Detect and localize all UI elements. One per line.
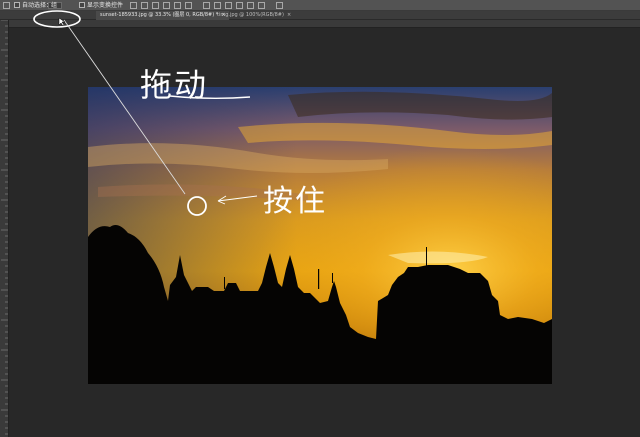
- ruler-ticks-horizontal: [9, 27, 640, 28]
- align-left-icon[interactable]: [163, 2, 170, 9]
- distribute-right-icon[interactable]: [258, 2, 265, 9]
- tab-sunset[interactable]: sunset-185933.jpg @ 33.3% (图层 0, RGB/8#)…: [96, 11, 230, 20]
- ruler-horizontal[interactable]: [9, 20, 640, 28]
- distribute-bottom-icon[interactable]: [225, 2, 232, 9]
- move-tool-icon[interactable]: [3, 2, 10, 9]
- close-icon[interactable]: ×: [287, 12, 291, 18]
- tab-label: timg.jpg @ 100%(RGB/8#): [217, 12, 284, 18]
- show-transform-label: 显示变换控件: [87, 2, 124, 9]
- tab-timg[interactable]: timg.jpg @ 100%(RGB/8#) ×: [213, 11, 295, 20]
- distribute-left-icon[interactable]: [236, 2, 243, 9]
- align-top-icon[interactable]: [130, 2, 137, 9]
- show-transform-checkbox[interactable]: [79, 2, 85, 8]
- ruler-ticks-vertical: [1, 20, 8, 435]
- auto-select-dropdown[interactable]: 组: [48, 2, 62, 9]
- distribute-top-icon[interactable]: [203, 2, 210, 9]
- tab-label: sunset-185933.jpg @ 33.3% (图层 0, RGB/8#)…: [100, 12, 219, 18]
- document-tab-bar: sunset-185933.jpg @ 33.3% (图层 0, RGB/8#)…: [0, 11, 640, 20]
- align-right-icon[interactable]: [185, 2, 192, 9]
- auto-select-checkbox[interactable]: [14, 2, 20, 8]
- distribute-hcenter-icon[interactable]: [247, 2, 254, 9]
- options-bar: 自动选择： 组 显示变换控件: [0, 0, 640, 11]
- distribute-vcenter-icon[interactable]: [214, 2, 221, 9]
- align-bottom-icon[interactable]: [152, 2, 159, 9]
- align-vcenter-icon[interactable]: [141, 2, 148, 9]
- auto-align-icon[interactable]: [276, 2, 283, 9]
- align-hcenter-icon[interactable]: [174, 2, 181, 9]
- auto-select-value: 组: [51, 2, 58, 9]
- sunset-photo-image[interactable]: [88, 87, 552, 384]
- ruler-vertical[interactable]: [0, 20, 9, 437]
